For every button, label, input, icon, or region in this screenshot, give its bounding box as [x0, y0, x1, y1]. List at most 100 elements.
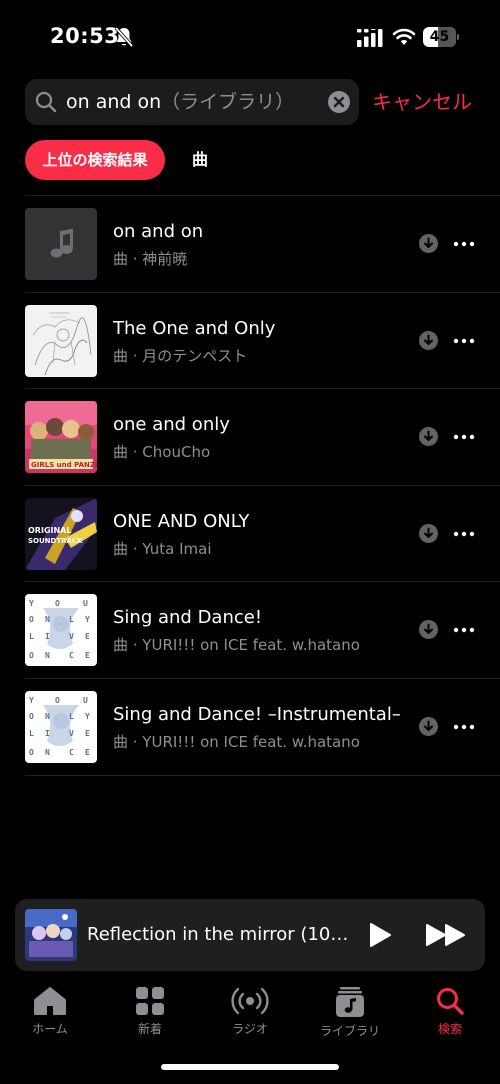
svg-text:GIRLS und PANZER: GIRLS und PANZER [31, 461, 97, 469]
svg-text:C: C [69, 748, 74, 757]
more-icon[interactable] [452, 524, 476, 544]
tab-new[interactable]: 新着 [100, 986, 200, 1042]
song-row[interactable]: YOU ONLY LIVE ONCE Sing and Dance! 曲 · Y… [0, 582, 500, 679]
more-icon[interactable] [452, 234, 476, 254]
tab-radio[interactable]: ラジオ [200, 986, 300, 1042]
song-subtitle: 曲 · YURI!!! on ICE feat. w.hatano [113, 636, 360, 655]
fast-forward-icon[interactable] [425, 923, 467, 947]
song-title: The One and Only [113, 317, 276, 339]
tab-label: ラジオ [232, 1022, 268, 1036]
svg-text:L: L [69, 712, 74, 721]
song-subtitle: 曲 · 神前暁 [113, 250, 188, 268]
svg-text:N: N [45, 651, 50, 660]
svg-text:C: C [69, 651, 74, 660]
svg-text:Y: Y [85, 712, 90, 721]
svg-text:O: O [29, 748, 34, 757]
svg-text:L: L [69, 615, 74, 624]
tab-label: ライブラリ [319, 1024, 380, 1038]
svg-text:SOUNDTRACK: SOUNDTRACK [28, 537, 83, 545]
svg-text:U: U [83, 599, 88, 608]
home-icon [34, 987, 66, 1015]
song-row[interactable]: ORIGINAL SOUNDTRACK ONE AND ONLY 曲 · Yut… [0, 486, 500, 583]
song-title: on and on [113, 221, 204, 242]
radio-icon [231, 987, 269, 1015]
svg-text:E: E [85, 632, 90, 641]
song-artwork [25, 208, 97, 280]
svg-text:O: O [29, 651, 34, 660]
svg-text:O: O [55, 599, 60, 608]
play-icon[interactable] [367, 922, 393, 948]
song-artwork: YOU ONLY LIVE ONCE [25, 690, 97, 763]
mini-player[interactable]: Reflection in the mirror (10… [15, 899, 485, 971]
filter-songs[interactable]: 曲 [180, 140, 220, 180]
tab-search[interactable]: 検索 [400, 986, 500, 1042]
battery-level: 45 [429, 29, 450, 45]
home-indicator[interactable] [161, 1064, 339, 1070]
song-list: on and on 曲 · 神前暁 The One and Only 曲 · 月… [0, 196, 500, 776]
svg-text:N: N [45, 712, 50, 721]
song-row[interactable]: on and on 曲 · 神前暁 [0, 196, 500, 293]
more-icon[interactable] [452, 427, 476, 447]
song-artwork: YOU ONLY LIVE ONCE [25, 594, 97, 667]
filter-top-results[interactable]: 上位の検索結果 [25, 140, 165, 180]
search-input[interactable]: on and on（ライブラリ） [66, 79, 294, 125]
svg-text:ORIGINAL: ORIGINAL [28, 526, 71, 535]
more-icon[interactable] [452, 717, 476, 737]
download-icon[interactable] [419, 330, 438, 350]
more-icon[interactable] [452, 620, 476, 640]
svg-text:Y: Y [85, 615, 90, 624]
svg-text:N: N [45, 748, 50, 757]
svg-text:E: E [85, 748, 90, 757]
song-subtitle: 曲 · 月のテンペスト [113, 346, 248, 365]
library-icon [336, 987, 364, 1017]
search-field[interactable]: on and on（ライブラリ） [25, 79, 359, 125]
search-scope-hint: （ライブラリ） [161, 91, 295, 113]
song-row[interactable]: YOU ONLY LIVE ONCE Sing and Dance! –Inst… [0, 679, 500, 776]
song-subtitle: 曲 · Yuta Imai [113, 539, 212, 558]
magnifying-glass-icon [35, 91, 57, 113]
svg-text:O: O [29, 712, 34, 721]
song-row[interactable]: The One and Only 曲 · 月のテンペスト [0, 293, 500, 390]
tab-label: ホーム [32, 1022, 68, 1036]
download-icon[interactable] [419, 523, 438, 543]
song-title: Sing and Dance! [113, 607, 263, 629]
tab-label: 新着 [137, 1022, 162, 1036]
svg-text:I: I [45, 632, 50, 641]
more-icon[interactable] [452, 331, 476, 351]
svg-text:I: I [45, 729, 50, 738]
svg-text:O: O [55, 696, 60, 705]
svg-text:L: L [29, 729, 34, 738]
song-title: one and only [113, 414, 230, 436]
cellular-signal-icon [357, 29, 383, 47]
svg-text:Y: Y [29, 696, 34, 705]
download-icon[interactable] [419, 234, 438, 253]
bell-slash-icon [114, 26, 134, 48]
svg-text:U: U [83, 696, 88, 705]
divider [25, 774, 500, 776]
svg-text:V: V [69, 729, 74, 738]
svg-text:Y: Y [29, 599, 34, 608]
song-row[interactable]: GIRLS und PANZER one and only 曲 · ChouCh… [0, 389, 500, 486]
status-time: 20:53 [50, 24, 120, 48]
now-playing-title: Reflection in the mirror (10… [87, 924, 349, 945]
download-icon[interactable] [419, 620, 438, 640]
tab-home[interactable]: ホーム [0, 986, 100, 1042]
svg-text:L: L [29, 632, 34, 641]
song-title: Sing and Dance! –Instrumental– [113, 703, 401, 725]
download-icon[interactable] [419, 427, 438, 447]
battery-icon: 45 [423, 27, 459, 47]
clear-icon[interactable] [328, 91, 350, 113]
svg-text:E: E [85, 729, 90, 738]
tab-library[interactable]: ライブラリ [300, 986, 400, 1042]
grid-icon [136, 987, 164, 1015]
cancel-button[interactable]: キャンセル [372, 86, 472, 115]
svg-text:V: V [69, 632, 74, 641]
wifi-icon [392, 28, 416, 45]
song-subtitle: 曲 · YURI!!! on ICE feat. w.hatano [113, 732, 360, 751]
now-playing-artwork [25, 909, 77, 961]
tab-label: 検索 [437, 1022, 462, 1036]
song-artwork: GIRLS und PANZER [25, 401, 97, 474]
song-subtitle: 曲 · ChouCho [113, 443, 211, 462]
download-icon[interactable] [419, 716, 438, 736]
svg-text:O: O [29, 615, 34, 624]
